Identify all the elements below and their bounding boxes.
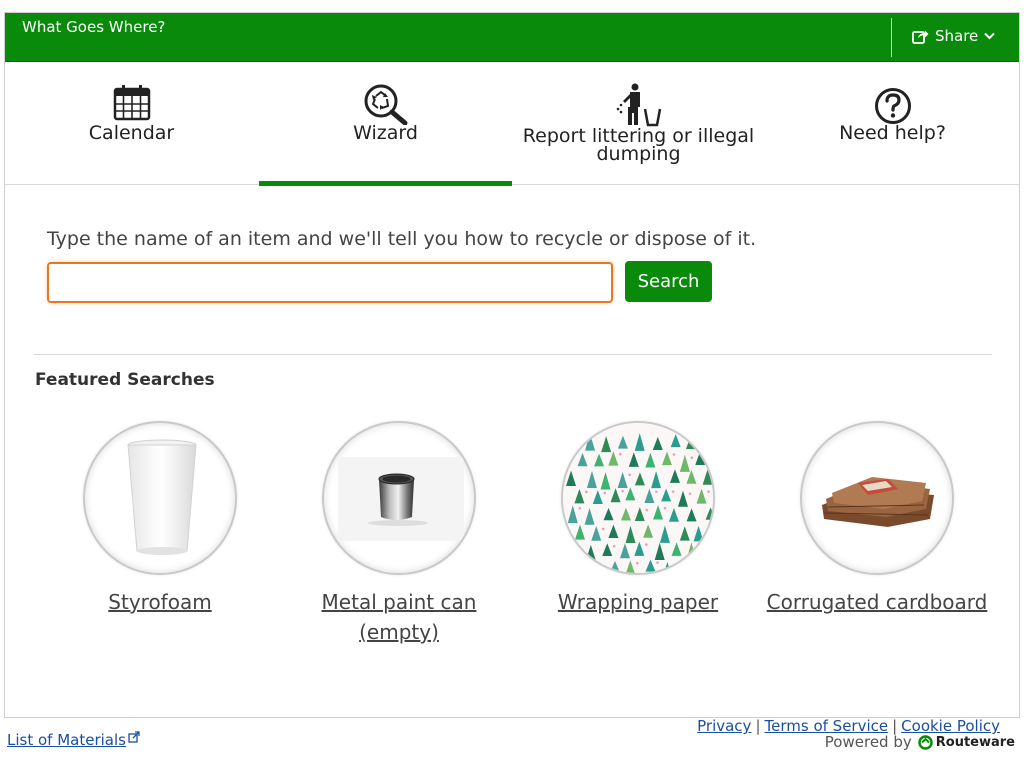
featured-item-metal-paint-can: Metal paint can (empty)	[279, 421, 519, 647]
search-button[interactable]: Search	[625, 261, 712, 302]
recycle-search-icon	[364, 84, 407, 125]
pattern-dot	[688, 492, 692, 495]
app-title: What Goes Where?	[22, 18, 166, 36]
featured-image-frame[interactable]	[800, 421, 954, 575]
pattern-dot	[645, 508, 649, 512]
routeware-logo[interactable]: Routeware	[918, 735, 1015, 750]
featured-label-metal-paint-can[interactable]: Metal paint can (empty)	[279, 587, 519, 647]
tab-calendar[interactable]: Calendar	[5, 62, 258, 185]
featured-label-styrofoam[interactable]: Styrofoam	[40, 587, 280, 617]
tab-bar: Calendar Wizard Report littering or ille…	[5, 62, 1019, 186]
share-button[interactable]: Share	[912, 27, 996, 45]
pattern-dot	[578, 507, 582, 510]
list-of-materials-label: List of Materials	[7, 731, 126, 749]
featured-label-wrapping-paper[interactable]: Wrapping paper	[518, 587, 758, 617]
tab-label-report-littering: Report littering or illegal dumping	[522, 125, 755, 165]
pattern-dot	[655, 490, 658, 494]
featured-image-frame[interactable]	[83, 421, 237, 575]
pattern-dot	[603, 491, 607, 495]
powered-by-label: Powered by	[824, 733, 912, 751]
pattern-dot	[704, 564, 708, 568]
pattern-dot	[697, 544, 700, 547]
pattern-dot	[663, 506, 667, 510]
list-of-materials-link[interactable]: List of Materials	[7, 731, 140, 749]
pattern-tree	[714, 489, 715, 507]
search-prompt: Type the name of an item and we'll tell …	[47, 228, 757, 250]
styrofoam-cup-image	[127, 439, 197, 555]
share-icon	[912, 30, 929, 44]
footer-separator: |	[755, 717, 761, 735]
pattern-dot	[601, 527, 605, 531]
tab-report-littering[interactable]: Report littering or illegal dumping	[512, 62, 765, 185]
tab-label-need-help: Need help?	[839, 122, 946, 144]
share-label: Share	[935, 27, 979, 45]
wrapping-paper-image	[563, 423, 715, 573]
tab-label-wizard: Wizard	[353, 122, 418, 144]
routeware-logo-icon	[918, 734, 933, 750]
featured-label-corrugated-cardboard[interactable]: Corrugated cardboard	[757, 587, 997, 617]
external-link-icon	[128, 731, 140, 743]
share-divider	[891, 18, 892, 57]
littering-icon	[616, 83, 661, 127]
pattern-dot	[696, 436, 700, 440]
pattern-dot	[645, 543, 648, 546]
featured-item-corrugated-cardboard: Corrugated cardboard	[757, 421, 997, 617]
privacy-link[interactable]: Privacy	[697, 717, 751, 735]
featured-item-styrofoam: Styrofoam	[40, 421, 280, 617]
pattern-dot	[621, 489, 624, 493]
pattern-dot	[585, 490, 588, 494]
featured-item-wrapping-paper: Wrapping paper	[518, 421, 758, 617]
app-frame: What Goes Where? Share Calendar Wizard R…	[4, 12, 1020, 718]
pattern-dot	[656, 561, 659, 564]
pattern-dot	[612, 544, 616, 548]
featured-searches-title: Featured Searches	[35, 370, 215, 390]
calendar-icon	[113, 85, 150, 121]
featured-image-frame[interactable]	[561, 421, 715, 575]
powered-by: Powered by Routeware	[825, 733, 1015, 751]
pattern-dot	[628, 473, 631, 477]
cardboard-image	[822, 477, 934, 527]
tab-wizard[interactable]: Wizard	[259, 62, 512, 186]
pattern-dot	[671, 490, 675, 493]
pattern-dot	[672, 453, 676, 456]
tab-need-help[interactable]: Need help?	[766, 62, 1019, 185]
paint-can-image	[338, 457, 464, 541]
tab-label-calendar: Calendar	[88, 122, 175, 144]
chevron-down-icon	[984, 32, 996, 40]
pattern-tree	[712, 572, 713, 573]
pattern-dot	[707, 490, 710, 493]
pattern-dot	[636, 561, 639, 565]
section-divider	[34, 354, 992, 355]
featured-image-frame[interactable]	[322, 421, 476, 575]
routeware-brand: Routeware	[935, 734, 1015, 750]
top-bar: What Goes Where? Share	[5, 13, 1019, 62]
question-icon	[874, 88, 911, 124]
search-input[interactable]	[47, 262, 613, 303]
pattern-dot	[619, 452, 622, 456]
pattern-dot	[690, 456, 694, 460]
